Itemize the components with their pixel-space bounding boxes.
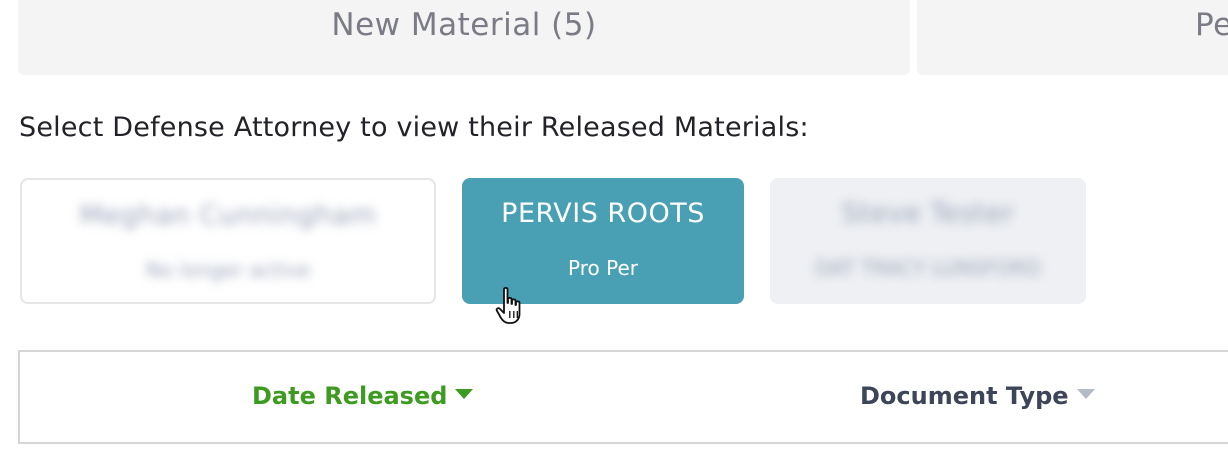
attorney-role: DAT TRACY LUNSFORD — [815, 256, 1041, 280]
attorney-name: Meghan Cunningham — [79, 200, 377, 231]
hand-pointer-icon — [495, 286, 521, 324]
tab-new-material-label: New Material (5) — [331, 7, 597, 43]
attorney-role: No longer active — [145, 258, 311, 282]
materials-table-header: Date Released Document Type — [18, 350, 1228, 444]
column-label: Date Released — [252, 382, 448, 410]
column-header-date-released[interactable]: Date Released — [252, 382, 474, 410]
attorney-select-prompt: Select Defense Attorney to view their Re… — [19, 112, 809, 143]
tab-pending[interactable]: Pe — [917, 0, 1228, 75]
column-label: Document Type — [860, 382, 1069, 410]
tab-pending-label: Pe — [1195, 7, 1228, 43]
attorney-card-3[interactable]: Steve Tester DAT TRACY LUNSFORD — [770, 178, 1086, 304]
attorney-role: Pro Per — [568, 256, 638, 280]
caret-down-icon — [455, 389, 474, 399]
released-materials-page: New Material (5) Pe Select Defense Attor… — [0, 0, 1228, 456]
attorney-card-1[interactable]: Meghan Cunningham No longer active — [20, 178, 436, 304]
attorney-name: Steve Tester — [841, 198, 1015, 229]
attorney-name: PERVIS ROOTS — [501, 198, 705, 229]
tab-new-material[interactable]: New Material (5) — [18, 0, 910, 75]
caret-down-icon — [1076, 389, 1095, 399]
column-header-document-type[interactable]: Document Type — [860, 382, 1095, 410]
